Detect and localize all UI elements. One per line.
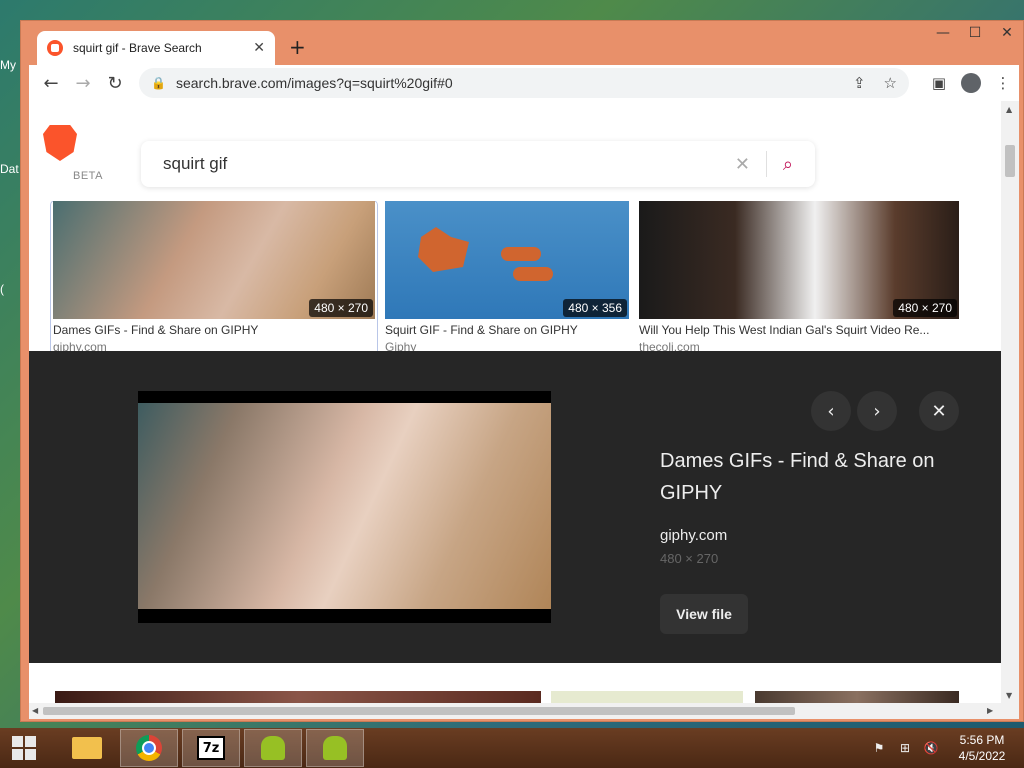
taskbar: 7z ⚑ ⊞ 🔇 5:56 PM 4/5/2022 — [0, 728, 1024, 768]
result-dimensions: 480 × 270 — [309, 299, 373, 317]
clear-search-icon[interactable]: ✕ — [735, 154, 750, 175]
brave-favicon-icon — [47, 40, 63, 56]
taskbar-android-2[interactable] — [306, 729, 364, 767]
reload-button[interactable]: ↻ — [99, 67, 131, 99]
image-result-2[interactable]: 480 × 356 Squirt GIF - Find & Share on G… — [385, 201, 629, 354]
result-title[interactable]: Squirt GIF - Find & Share on GIPHY — [385, 323, 629, 337]
result-title[interactable]: Dames GIFs - Find & Share on GIPHY — [53, 323, 375, 337]
close-window-button[interactable]: ✕ — [991, 21, 1023, 45]
horizontal-scroll-thumb[interactable] — [43, 707, 795, 715]
back-button[interactable]: ← — [35, 67, 67, 99]
scroll-up-arrow-icon[interactable]: ▲ — [1006, 105, 1012, 114]
fox-hand — [501, 247, 541, 261]
android-icon — [323, 736, 347, 760]
scroll-down-arrow-icon[interactable]: ▼ — [1006, 691, 1012, 700]
address-bar[interactable]: 🔒 search.brave.com/images?q=squirt%20gif… — [139, 68, 909, 98]
minimize-button[interactable]: — — [927, 21, 959, 45]
clock-time: 5:56 PM — [959, 733, 1005, 747]
browser-tab[interactable]: squirt gif - Brave Search ✕ — [37, 31, 275, 65]
vertical-scroll-thumb[interactable] — [1005, 145, 1015, 177]
window-controls: — ☐ ✕ — [927, 21, 1023, 45]
forward-button[interactable]: → — [67, 67, 99, 99]
result-thumbnail[interactable]: 480 × 270 — [53, 201, 375, 319]
lock-icon[interactable]: 🔒 — [151, 76, 166, 90]
clock[interactable]: 5:56 PM 4/5/2022 — [946, 732, 1018, 764]
bookmark-star-icon[interactable]: ☆ — [884, 74, 897, 92]
menu-icon[interactable]: ⋮ — [987, 67, 1019, 99]
windows-logo-icon — [12, 736, 36, 760]
close-detail-button[interactable]: ✕ — [919, 391, 959, 431]
image-detail-panel: ‹ › ✕ Dames GIFs - Find & Share on GIPHY… — [29, 351, 1001, 663]
taskbar-7zip[interactable]: 7z — [182, 729, 240, 767]
next-image-button[interactable]: › — [857, 391, 897, 431]
horizontal-scrollbar[interactable]: ◀ ▶ — [29, 703, 1001, 719]
url-text[interactable]: search.brave.com/images?q=squirt%20gif#0 — [176, 75, 835, 91]
previous-image-button[interactable]: ‹ — [811, 391, 851, 431]
detail-title: Dames GIFs - Find & Share on GIPHY — [660, 450, 935, 504]
clock-date: 4/5/2022 — [958, 749, 1006, 763]
toolbar-right: ▣ ⋮ — [923, 67, 1019, 99]
browser-toolbar: ← → ↻ 🔒 search.brave.com/images?q=squirt… — [29, 65, 1019, 101]
folder-icon — [72, 737, 102, 759]
detail-image[interactable] — [138, 391, 551, 623]
7zip-icon: 7z — [197, 736, 225, 760]
action-center-flag-icon[interactable]: ⚑ — [868, 741, 890, 755]
desktop-icon-label-3[interactable]: ( — [0, 282, 4, 296]
fox-illustration — [418, 227, 469, 272]
scroll-right-arrow-icon[interactable]: ▶ — [987, 706, 993, 715]
share-icon[interactable]: ⇪ — [853, 74, 866, 92]
search-icon[interactable]: ⌕ — [783, 154, 793, 175]
profile-avatar-icon[interactable] — [961, 73, 981, 93]
side-panel-icon[interactable]: ▣ — [923, 67, 955, 99]
android-icon — [261, 736, 285, 760]
fox-hand — [513, 267, 553, 281]
network-icon[interactable]: ⊞ — [894, 741, 916, 755]
desktop-icon-label-2[interactable]: Dat — [0, 162, 19, 176]
search-input[interactable]: squirt gif — [163, 154, 735, 174]
result-thumbnail[interactable]: 480 × 356 — [385, 201, 629, 319]
image-results-row: 480 × 270 Dames GIFs - Find & Share on G… — [49, 200, 989, 361]
browser-icon — [136, 735, 162, 761]
image-result-3[interactable]: 480 × 270 Will You Help This West Indian… — [639, 201, 959, 354]
system-tray: ⚑ ⊞ 🔇 5:56 PM 4/5/2022 — [868, 728, 1024, 768]
maximize-button[interactable]: ☐ — [959, 21, 991, 45]
result-thumbnail[interactable]: 480 × 270 — [639, 201, 959, 319]
taskbar-android-1[interactable] — [244, 729, 302, 767]
taskbar-file-explorer[interactable] — [58, 729, 116, 767]
browser-window: — ☐ ✕ squirt gif - Brave Search ✕ + ← → … — [20, 20, 1024, 722]
brave-lion-logo-icon[interactable] — [43, 125, 77, 161]
taskbar-browser[interactable] — [120, 729, 178, 767]
result-dimensions: 480 × 270 — [893, 299, 957, 317]
volume-muted-icon[interactable]: 🔇 — [920, 741, 942, 755]
scroll-left-arrow-icon[interactable]: ◀ — [32, 706, 38, 715]
desktop-icon-label-1[interactable]: My — [0, 58, 16, 72]
search-box[interactable]: squirt gif ✕ ⌕ — [141, 141, 815, 187]
detail-domain[interactable]: giphy.com — [660, 527, 727, 544]
vertical-scrollbar[interactable]: ▲ ▼ — [1001, 101, 1019, 719]
beta-label: BETA — [73, 170, 103, 182]
tab-close-icon[interactable]: ✕ — [253, 40, 265, 56]
tab-title: squirt gif - Brave Search — [73, 41, 202, 55]
detail-image-content — [138, 403, 551, 609]
result-title[interactable]: Will You Help This West Indian Gal's Squ… — [639, 323, 959, 337]
start-button[interactable] — [0, 728, 48, 768]
new-tab-button[interactable]: + — [289, 35, 306, 59]
image-result-1[interactable]: 480 × 270 Dames GIFs - Find & Share on G… — [50, 200, 378, 361]
search-divider — [765, 151, 767, 177]
result-dimensions: 480 × 356 — [563, 299, 627, 317]
detail-dimensions: 480 × 270 — [660, 551, 719, 566]
search-header: BETA squirt gif ✕ ⌕ — [29, 101, 1001, 201]
page-viewport: BETA squirt gif ✕ ⌕ 480 × 270 Dames GIFs… — [29, 101, 1019, 719]
view-file-button[interactable]: View file — [660, 594, 748, 634]
